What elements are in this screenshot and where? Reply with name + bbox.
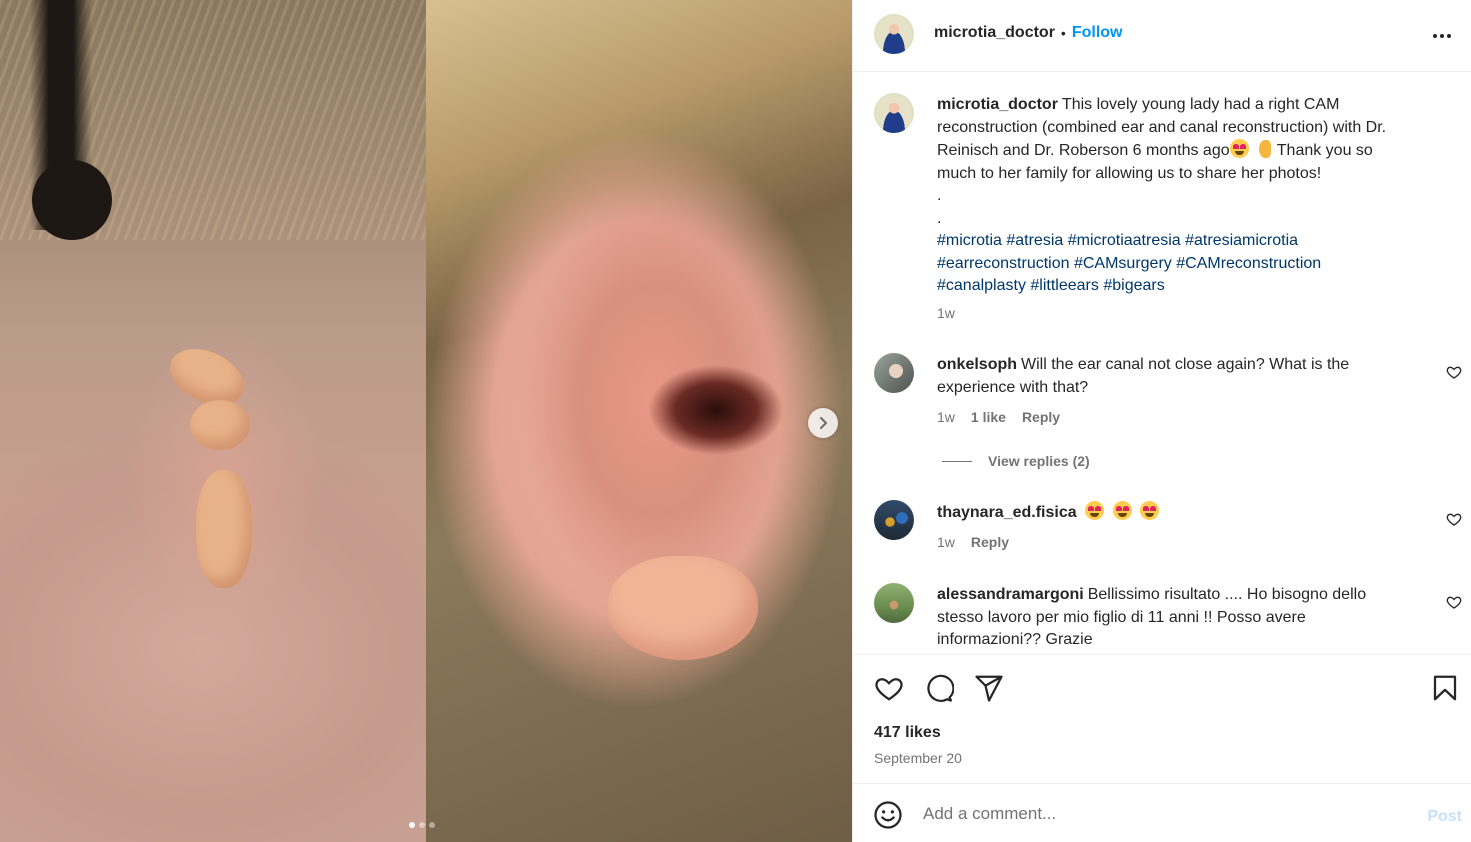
post-caption: microtia_doctor This lovely young lady ha…	[937, 94, 1447, 298]
comment-text: Bellissimo risultato .... Ho bisogno del…	[1087, 586, 1367, 603]
comment-text: stesso lavoro per mio figlio di 11 anni …	[937, 608, 1306, 626]
share-icon[interactable]	[974, 673, 1004, 703]
bookmark-icon[interactable]	[1430, 673, 1460, 703]
carousel-dot[interactable]	[409, 822, 415, 828]
hashtag-link[interactable]: #canalplasty	[937, 277, 1026, 294]
ear-remnant-lobe	[196, 470, 252, 588]
commenter-avatar[interactable]	[874, 353, 914, 393]
heart-eyes-emoji	[1085, 501, 1105, 520]
comment-likes[interactable]: 1 like	[971, 409, 1006, 425]
follow-button[interactable]: Follow	[1072, 24, 1123, 42]
comment-text: informazioni?? Grazie	[937, 631, 1093, 648]
carousel-next-button[interactable]	[808, 408, 838, 438]
ear-emoji	[1258, 140, 1271, 158]
comments-list[interactable]: microtia_doctor This lovely young lady ha…	[853, 73, 1471, 654]
hashtag-link[interactable]: #atresia	[1006, 232, 1063, 249]
hashtag-link[interactable]: #CAMsurgery	[1074, 255, 1172, 272]
comment-username[interactable]: onkelsoph	[937, 356, 1017, 373]
more-icon	[1433, 34, 1451, 38]
hashtag-link[interactable]: #microtiaatresia	[1068, 232, 1181, 249]
comment: onkelsoph Will the ear canal not close ag…	[937, 354, 1417, 399]
after-photo	[426, 0, 852, 842]
post-header: microtia_doctor • Follow	[853, 0, 1471, 72]
caption-dot: .	[937, 187, 942, 204]
reply-button[interactable]: Reply	[1022, 409, 1060, 425]
caption-text: much to her family for allowing us to sh…	[937, 164, 1322, 182]
emoji-icon[interactable]	[873, 800, 903, 830]
comment-time[interactable]: 1w	[937, 409, 955, 425]
like-comment-heart-icon[interactable]	[1446, 511, 1462, 527]
comment-text: experience with that?	[937, 378, 1089, 396]
comment-meta: 1w Reply	[937, 534, 1009, 550]
comment-meta: 1w 1 like Reply	[937, 409, 1060, 425]
view-replies-line	[942, 460, 972, 462]
hair-clip-ball	[32, 160, 112, 240]
hashtag-link[interactable]: #bigears	[1103, 277, 1164, 294]
view-replies-label: View replies (2)	[988, 453, 1090, 469]
caption-time[interactable]: 1w	[937, 305, 955, 321]
comment: alessandramargoni Bellissimo risultato ..…	[937, 584, 1417, 652]
commenter-avatar[interactable]	[874, 583, 914, 623]
before-photo	[0, 0, 426, 842]
caption-author-avatar[interactable]	[874, 93, 914, 133]
like-comment-heart-icon[interactable]	[1446, 594, 1462, 610]
like-comment-heart-icon[interactable]	[1446, 364, 1462, 380]
comment-username[interactable]: thaynara_ed.fisica	[937, 504, 1077, 521]
hashtag-link[interactable]: #earreconstruction	[937, 255, 1070, 272]
caption-dot: .	[937, 209, 942, 227]
caption-text: Thank you so	[1276, 142, 1373, 159]
hashtag-link[interactable]: #microtia	[937, 232, 1002, 249]
post-sidebar: microtia_doctor • Follow microtia_doctor…	[852, 0, 1471, 842]
hashtag-link[interactable]: #littleears	[1030, 277, 1098, 294]
view-replies-button[interactable]: View replies (2)	[942, 453, 1090, 469]
carousel-dot[interactable]	[429, 822, 435, 828]
hashtag-link[interactable]: #atresiamicrotia	[1185, 232, 1298, 249]
heart-icon[interactable]	[874, 673, 904, 703]
caption-text: This lovely young lady had a right CAM	[1061, 96, 1340, 113]
comment-input[interactable]	[923, 802, 1403, 826]
hashtag-link[interactable]: #CAMreconstruction	[1176, 255, 1321, 272]
comment-time[interactable]: 1w	[937, 534, 955, 550]
chevron-right-icon	[820, 417, 827, 429]
post-actions: 417 likes September 20	[853, 654, 1471, 783]
header-separator: •	[1060, 25, 1066, 41]
more-options-button[interactable]	[1430, 24, 1454, 48]
reconstructed-earlobe	[608, 556, 758, 660]
add-comment-bar: Post	[853, 783, 1471, 842]
post-comment-button[interactable]: Post	[1427, 808, 1462, 826]
comment-text: Will the ear canal not close again? What…	[1021, 356, 1350, 373]
post-date: September 20	[874, 750, 962, 766]
heart-eyes-emoji	[1139, 501, 1159, 520]
likes-count[interactable]: 417 likes	[874, 724, 941, 742]
caption-meta: 1w	[937, 305, 955, 321]
carousel-dot[interactable]	[419, 822, 425, 828]
comment-username[interactable]: alessandramargoni	[937, 586, 1084, 603]
post-media	[0, 0, 852, 842]
author-avatar[interactable]	[874, 14, 914, 54]
caption-username[interactable]: microtia_doctor	[937, 96, 1058, 113]
comment-icon[interactable]	[924, 673, 954, 703]
author-username[interactable]: microtia_doctor	[934, 24, 1055, 42]
carousel-indicator	[409, 822, 435, 828]
comment: thaynara_ed.fisica	[937, 501, 1417, 525]
caption-text: reconstruction (combined ear and canal r…	[937, 118, 1387, 136]
ear-remnant-middle	[190, 400, 250, 450]
caption-text: Reinisch and Dr. Roberson 6 months ago	[937, 142, 1230, 159]
heart-eyes-emoji	[1229, 139, 1249, 158]
commenter-avatar[interactable]	[874, 500, 914, 540]
heart-eyes-emoji	[1112, 501, 1132, 520]
reply-button[interactable]: Reply	[971, 534, 1009, 550]
